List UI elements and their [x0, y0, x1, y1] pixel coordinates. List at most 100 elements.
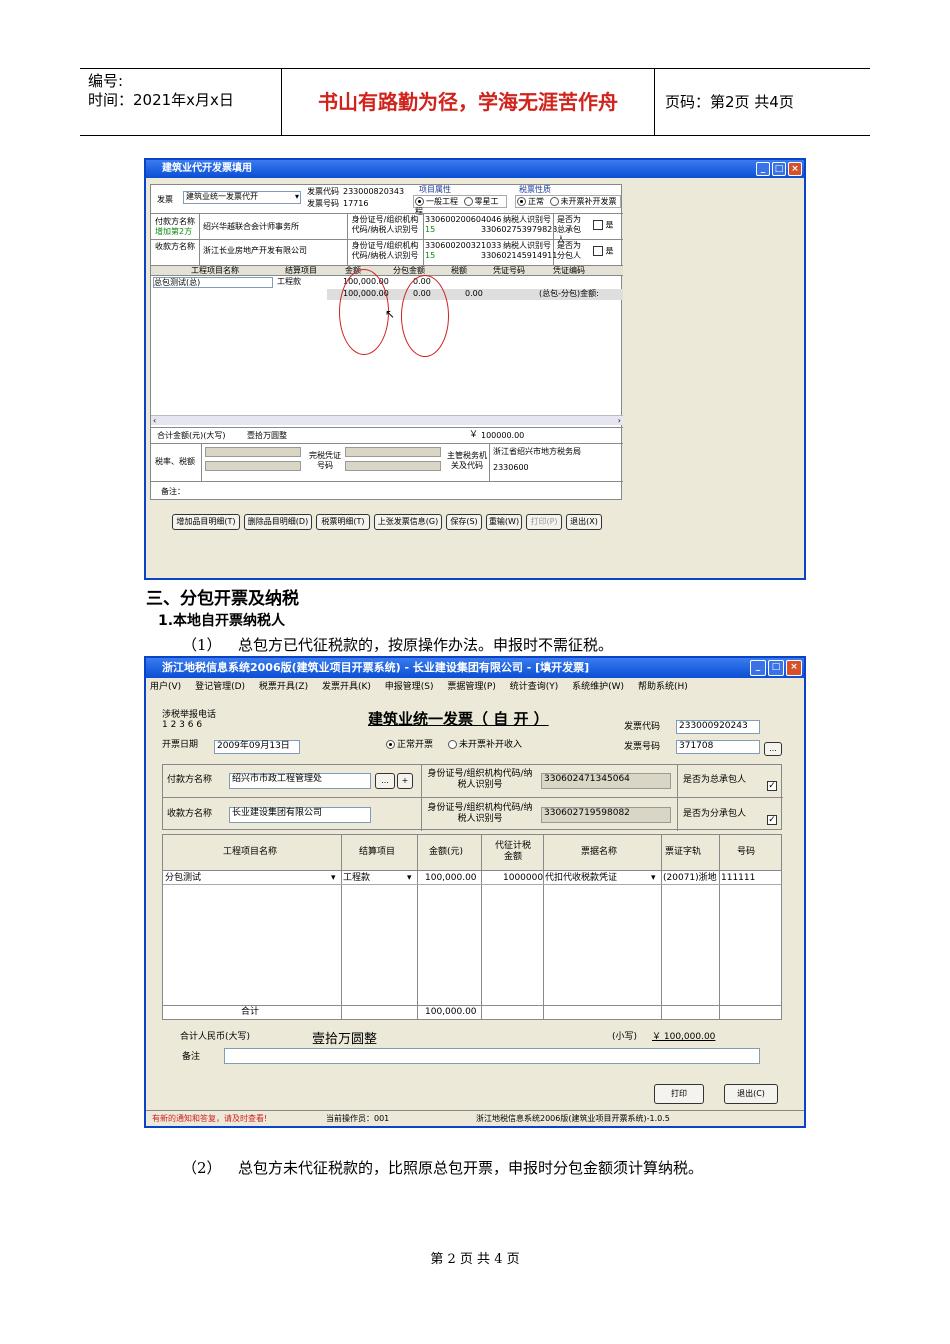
- maximize-icon[interactable]: □: [768, 660, 784, 676]
- window1-form: 发票 建筑业统一发票代开 ▾ 发票代码 233000820343 发票号码 177…: [150, 184, 623, 500]
- print-button[interactable]: 打印: [654, 1084, 704, 1104]
- tax-detail-button[interactable]: 税票明细(T): [316, 514, 370, 530]
- number-label: 发票号码: [624, 742, 661, 752]
- number-field[interactable]: 371708: [676, 740, 760, 754]
- page-label: 页码：第2页 共4页: [665, 93, 794, 111]
- paragraph-1: 总包方已代征税款的，按原操作办法。申报时不需征税。: [238, 636, 614, 654]
- sub-contractor-checkbox[interactable]: ✓: [767, 809, 777, 828]
- main-contractor-checkbox[interactable]: ✓: [767, 775, 777, 794]
- tax-rate-label: 税率、税额: [155, 457, 195, 466]
- sub-contractor-checkbox[interactable]: [593, 246, 603, 256]
- menu-bills[interactable]: 票据管理(P): [447, 682, 495, 692]
- paragraph-2: 总包方未代征税款的，比照原总包开票，申报时分包金额须计算纳税。: [238, 1159, 704, 1177]
- chevron-down-icon: ▾: [407, 873, 412, 883]
- minimize-icon[interactable]: _: [756, 162, 770, 176]
- chevron-down-icon: ▾: [294, 192, 299, 201]
- status-notice[interactable]: 有新的通知和答复，请及时查看!: [152, 1114, 267, 1124]
- project-attr-group: 一般工程 零星工程: [413, 195, 507, 216]
- payer-name-field[interactable]: 绍兴市市政工程管理处: [229, 773, 371, 789]
- exit-button[interactable]: 退出(X): [566, 514, 602, 530]
- sub-contractor-label: 是否为分承包人: [683, 809, 747, 819]
- close-icon[interactable]: ×: [788, 162, 802, 176]
- maximize-icon[interactable]: □: [772, 162, 786, 176]
- payee-tax-label: 纳税人识别号: [503, 241, 551, 250]
- grid-header: 工程项目名称 结算项目 金额(元) 代征计税金额 票据名称 票证字轨 号码: [163, 835, 781, 871]
- main-contractor-checkbox[interactable]: [593, 220, 603, 230]
- payee-label: 收款方名称: [167, 809, 213, 819]
- radio-scattered[interactable]: [463, 197, 473, 206]
- page-footer: 第 2 页 共 4 页: [430, 1252, 520, 1267]
- phone: 1 2 3 6 6: [162, 720, 203, 730]
- invoice-heading: 建筑业统一发票（ 自 开 ）: [368, 710, 549, 728]
- radio-general[interactable]: [415, 197, 424, 206]
- menu-tax-ticket[interactable]: 税票开具(Z): [259, 682, 308, 692]
- rmb-words: 壹拾万圆整: [312, 1032, 378, 1047]
- opt-normal: 正常开票: [386, 740, 433, 751]
- menu-bar: 用户(V) 登记管理(D) 税票开具(Z) 发票开具(K) 申报管理(S) 票据…: [150, 682, 800, 696]
- payee-label: 收款方名称: [155, 242, 195, 251]
- payee-name-field[interactable]: 长业建设集团有限公司: [229, 807, 371, 823]
- radio-supplement[interactable]: [549, 197, 559, 206]
- rmb-label: 合计人民币(大写): [180, 1032, 251, 1042]
- payee-tax: 330602145914911: [481, 251, 558, 260]
- close-icon[interactable]: ×: [786, 660, 802, 676]
- payer-name[interactable]: 绍兴华越联合会计师事务所: [203, 222, 299, 232]
- small-value: ￥ 100,000.00: [652, 1032, 716, 1042]
- menu-register[interactable]: 登记管理(D): [195, 682, 245, 692]
- number-label: 编号:: [88, 72, 124, 90]
- payee-sub-label: 是否为分包人: [557, 241, 581, 260]
- menu-invoice[interactable]: 发票开具(K): [322, 682, 371, 692]
- more-button[interactable]: ...: [764, 742, 782, 756]
- payee-name[interactable]: 浙江长业房地产开发有限公司: [203, 246, 307, 256]
- payer-lookup-button[interactable]: ...: [375, 773, 395, 789]
- radio-supplement[interactable]: [448, 740, 457, 749]
- item-grid: 工程项目名称 结算项目 金额(元) 代征计税金额 票据名称 票证字轨 号码 分包…: [162, 834, 782, 1020]
- main-contractor-label: 是否为总承包人: [683, 775, 747, 785]
- radio-normal[interactable]: [517, 197, 526, 206]
- print-button[interactable]: 打印(P): [526, 514, 562, 530]
- payer-label: 付款方名称: [167, 775, 213, 785]
- date-field[interactable]: 2009年09月13日: [214, 740, 300, 754]
- code-field[interactable]: 233000920243: [676, 720, 760, 734]
- exit-button[interactable]: 退出(C): [724, 1084, 778, 1104]
- payee-sub-check: 是: [593, 246, 614, 257]
- payer-id-field: 330602471345064: [541, 773, 671, 789]
- invoice-type-select[interactable]: 建筑业统一发票代开 ▾: [183, 191, 301, 204]
- time-label: 时间：2021年x月x日: [88, 91, 234, 109]
- total-words: 壹拾万圆整: [247, 431, 287, 440]
- small-label: (小写): [612, 1032, 638, 1042]
- window2-titlebar: 浙江地税信息系统2006版(建筑业项目开票系统) - 长业建设集团有限公司 - …: [146, 658, 804, 678]
- menu-user[interactable]: 用户(V): [150, 682, 181, 692]
- grid-header: 工程项目名称 结算项目 金额 分包金额 税额 凭证号码 凭证编码: [151, 265, 623, 276]
- tax-nature-label: 税票性质: [519, 185, 551, 194]
- payer-label: 付款方名称 增加第2方: [155, 217, 195, 236]
- reset-button[interactable]: 重输(W): [486, 514, 522, 530]
- menu-help[interactable]: 帮助系统(H): [638, 682, 688, 692]
- total-num: 100000.00: [481, 431, 525, 440]
- payee-id[interactable]: 330600200321033: [425, 241, 501, 251]
- authority-label: 主管税务机关及代码: [447, 451, 487, 470]
- menu-system[interactable]: 系统维护(W): [572, 682, 624, 692]
- prev-invoice-button[interactable]: 上张发票信息(G): [374, 514, 442, 530]
- minimize-icon[interactable]: _: [750, 660, 766, 676]
- paragraph-1-number: （1）: [182, 636, 222, 654]
- remark-field[interactable]: [224, 1048, 760, 1064]
- save-button[interactable]: 保存(S): [446, 514, 482, 530]
- radio-normal[interactable]: [386, 740, 395, 749]
- paragraph-2-number: （2）: [182, 1159, 222, 1177]
- table-row[interactable]: 分包测试 ▾ 工程款 ▾ 100,000.00 1000000 代扣代收税款凭证…: [163, 873, 781, 885]
- payer-id[interactable]: 330600200604046: [425, 215, 501, 225]
- invoice-window-2: 浙江地税信息系统2006版(建筑业项目开票系统) - 长业建设集团有限公司 - …: [144, 656, 806, 1128]
- add-item-button[interactable]: 增加品目明细(T): [172, 514, 240, 530]
- menu-stats[interactable]: 统计查询(Y): [510, 682, 559, 692]
- menu-declare[interactable]: 申报管理(S): [385, 682, 434, 692]
- chevron-down-icon: ▾: [331, 873, 336, 883]
- add-payer-button[interactable]: +: [397, 773, 413, 789]
- horizontal-scrollbar[interactable]: ‹ ›: [151, 415, 623, 425]
- table-row[interactable]: 总包测试(总) 工程款 100,000.00 0.00: [151, 277, 623, 288]
- delete-item-button[interactable]: 删除品目明细(D): [244, 514, 312, 530]
- number-value: 17716: [343, 199, 369, 208]
- voucher-label: 完税凭证号码: [309, 451, 341, 470]
- code-label: 发票代码: [307, 187, 339, 196]
- document-header: 编号: 时间：2021年x月x日 书山有路勤为径，学海无涯苦作舟 页码：第2页 …: [80, 68, 870, 136]
